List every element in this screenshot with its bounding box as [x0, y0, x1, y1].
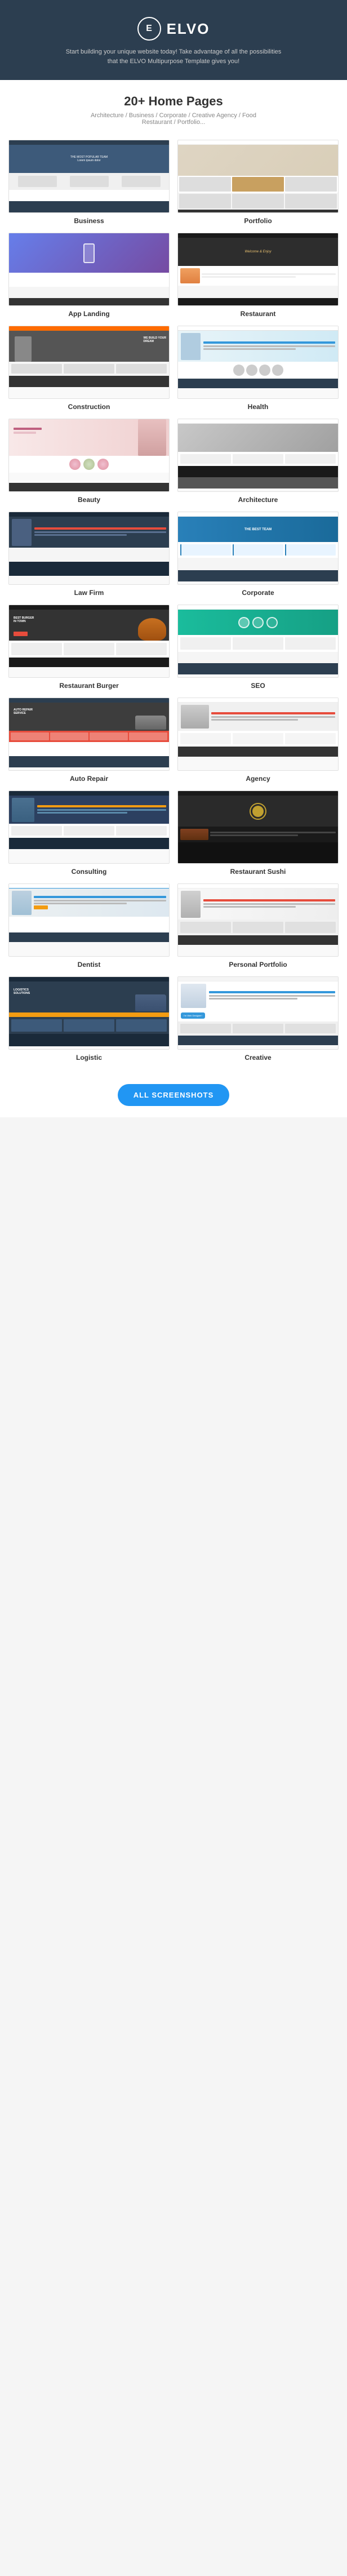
- template-item-restaurantburger[interactable]: BEST BURGERIN TOWN Restaurant Burger: [8, 605, 170, 690]
- all-screenshots-button[interactable]: ALL SCREENSHOTS: [118, 1084, 230, 1106]
- template-preview-business: THE MOST POPULAR TEAMLorem ipsum dolor: [8, 140, 170, 213]
- logo-wrap: E ELVO: [137, 17, 210, 41]
- section-subtitle2: Restaurant / Portfolio...: [11, 119, 336, 126]
- bottom-section: ALL SCREENSHOTS: [0, 1073, 347, 1117]
- template-preview-dentist: [8, 883, 170, 957]
- template-name-dentist: Dentist: [78, 961, 101, 969]
- header: E ELVO Start building your unique websit…: [0, 0, 347, 80]
- logo-circle: E: [137, 17, 161, 41]
- template-name-portfolio: Portfolio: [244, 217, 272, 225]
- template-name-architecture: Architecture: [238, 496, 278, 504]
- template-name-restaurant: Restaurant: [241, 310, 276, 318]
- template-item-autorepair[interactable]: AUTO REPAIRSERVICE Auto Repair: [8, 698, 170, 783]
- template-preview-construction: WE BUILD YOURDREAM: [8, 326, 170, 399]
- template-preview-lawfirm: [8, 512, 170, 585]
- template-item-logistic[interactable]: LOGISTICSSOLUTIONS Logistic: [8, 976, 170, 1062]
- template-preview-logistic: LOGISTICSSOLUTIONS: [8, 976, 170, 1050]
- template-item-seo[interactable]: SEO: [177, 605, 339, 690]
- template-preview-beauty: [8, 419, 170, 492]
- template-item-applanding[interactable]: App Landing: [8, 233, 170, 318]
- section-title: 20+ Home Pages: [11, 94, 336, 109]
- template-item-portfolio[interactable]: Portfolio: [177, 140, 339, 225]
- template-name-consulting: Consulting: [72, 868, 107, 876]
- template-item-personalportfolio[interactable]: Personal Portfolio: [177, 883, 339, 969]
- section-title-wrap: 20+ Home Pages Architecture / Business /…: [0, 80, 347, 134]
- template-item-business[interactable]: THE MOST POPULAR TEAMLorem ipsum dolor B…: [8, 140, 170, 225]
- template-preview-restaurantsushi: [177, 790, 339, 864]
- template-name-business: Business: [74, 217, 104, 225]
- template-preview-personalportfolio: [177, 883, 339, 957]
- section-subtitle: Architecture / Business / Corporate / Cr…: [11, 112, 336, 119]
- template-preview-consulting: [8, 790, 170, 864]
- template-name-beauty: Beauty: [78, 496, 100, 504]
- template-preview-architecture: [177, 419, 339, 492]
- template-name-lawfirm: Law Firm: [74, 589, 104, 597]
- template-preview-seo: [177, 605, 339, 678]
- header-subtitle-line2: that the ELVO Multipurpose Template give…: [11, 57, 336, 66]
- template-name-construction: Construction: [68, 403, 110, 411]
- header-subtitle-line1: Start building your unique website today…: [11, 47, 336, 57]
- template-name-creative: Creative: [244, 1054, 271, 1062]
- template-name-corporate: Corporate: [242, 589, 274, 597]
- template-name-applanding: App Landing: [68, 310, 109, 318]
- template-preview-applanding: [8, 233, 170, 306]
- template-name-restaurantburger: Restaurant Burger: [59, 682, 118, 690]
- logo-letter: E: [146, 24, 152, 34]
- template-item-agency[interactable]: Agency: [177, 698, 339, 783]
- template-item-beauty[interactable]: Beauty: [8, 419, 170, 504]
- template-preview-health: [177, 326, 339, 399]
- template-preview-portfolio: [177, 140, 339, 213]
- template-name-autorepair: Auto Repair: [70, 775, 108, 783]
- template-preview-corporate: THE BEST TEAM: [177, 512, 339, 585]
- templates-grid: THE MOST POPULAR TEAMLorem ipsum dolor B…: [0, 134, 347, 1073]
- template-name-logistic: Logistic: [76, 1054, 102, 1062]
- template-name-health: Health: [248, 403, 269, 411]
- template-preview-restaurantburger: BEST BURGERIN TOWN: [8, 605, 170, 678]
- template-preview-autorepair: AUTO REPAIRSERVICE: [8, 698, 170, 771]
- template-preview-agency: [177, 698, 339, 771]
- template-name-agency: Agency: [246, 775, 270, 783]
- template-item-lawfirm[interactable]: Law Firm: [8, 512, 170, 597]
- template-item-creative[interactable]: I'm Web Designer! Creative: [177, 976, 339, 1062]
- template-preview-creative: I'm Web Designer!: [177, 976, 339, 1050]
- template-item-corporate[interactable]: THE BEST TEAM Corporate: [177, 512, 339, 597]
- template-name-restaurantsushi: Restaurant Sushi: [230, 868, 286, 876]
- template-item-restaurantsushi[interactable]: Restaurant Sushi: [177, 790, 339, 876]
- logo-name: ELVO: [167, 20, 210, 38]
- template-item-health[interactable]: Health: [177, 326, 339, 411]
- template-item-construction[interactable]: WE BUILD YOURDREAM Construction: [8, 326, 170, 411]
- template-item-dentist[interactable]: Dentist: [8, 883, 170, 969]
- template-preview-restaurant: Welcome & Enjoy: [177, 233, 339, 306]
- template-item-consulting[interactable]: Consulting: [8, 790, 170, 876]
- template-item-restaurant[interactable]: Welcome & Enjoy Restaurant: [177, 233, 339, 318]
- template-item-architecture[interactable]: Architecture: [177, 419, 339, 504]
- template-name-seo: SEO: [251, 682, 265, 690]
- template-name-personalportfolio: Personal Portfolio: [229, 961, 287, 969]
